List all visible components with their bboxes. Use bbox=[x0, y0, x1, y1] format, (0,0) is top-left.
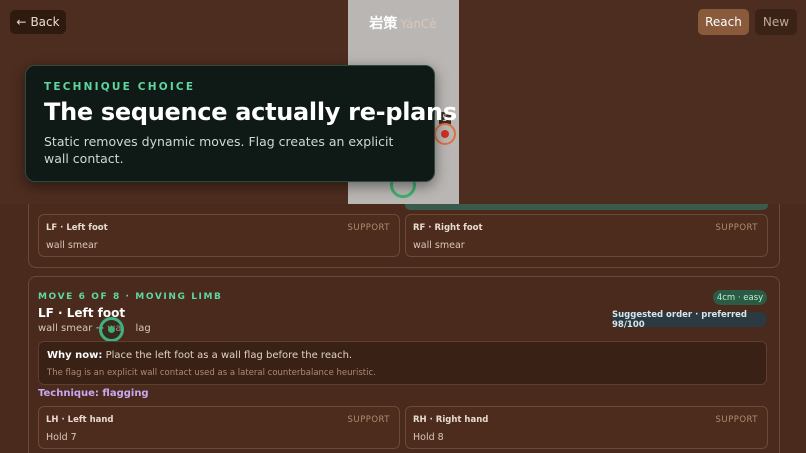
app-title-text: 岩策 bbox=[369, 16, 398, 32]
why-now-body: Place the left foot as a wall flag befor… bbox=[102, 350, 353, 361]
difficulty-badge: 4cm · easy bbox=[713, 290, 767, 305]
back-button[interactable]: ← Back bbox=[10, 10, 66, 34]
hold-dot bbox=[441, 130, 449, 138]
arrow-left-icon: ← bbox=[16, 15, 27, 29]
limb-name: LH · Left hand bbox=[46, 415, 114, 425]
move-eyebrow: MOVE 6 OF 8 · MOVING LIMB bbox=[38, 292, 223, 302]
limb-card-left-foot: LF · Left foot SUPPORT wall smear bbox=[38, 214, 400, 257]
limb-card-left-hand: LH · Left hand SUPPORT Hold 7 bbox=[38, 406, 400, 449]
reach-button[interactable]: Reach bbox=[698, 9, 749, 35]
limb-role: SUPPORT bbox=[347, 415, 390, 425]
technique-tooltip: TECHNIQUE CHOICE The sequence actually r… bbox=[25, 65, 457, 182]
limb-card-right-foot: RF · Right foot SUPPORT wall smear bbox=[405, 214, 768, 257]
marker-dot bbox=[108, 326, 115, 333]
limb-role: SUPPORT bbox=[347, 223, 390, 233]
why-now-text: Why now: Place the left foot as a wall f… bbox=[47, 350, 352, 361]
tooltip-title: The sequence actually re-plans bbox=[44, 98, 457, 126]
move-transition: wall smear → walag bbox=[38, 323, 151, 334]
limb-value: Hold 7 bbox=[46, 432, 77, 443]
why-now-label: Why now: bbox=[47, 350, 103, 361]
limb-value: Hold 8 bbox=[413, 432, 444, 443]
move-from: wall smear → bbox=[38, 323, 104, 334]
app-title: 岩策 YánCè bbox=[340, 13, 466, 33]
technique-label: Technique: flagging bbox=[38, 388, 149, 399]
why-now-box: Why now: Place the left foot as a wall f… bbox=[38, 341, 767, 385]
limb-name: RH · Right hand bbox=[413, 415, 489, 425]
limb-card-right-hand: RH · Right hand SUPPORT Hold 8 bbox=[405, 406, 768, 449]
order-badge: Suggested order · preferred 98/100 bbox=[612, 310, 767, 330]
move-to-end: lag bbox=[135, 323, 151, 334]
moving-limb-marker[interactable] bbox=[99, 317, 124, 342]
limb-value: wall smear bbox=[413, 240, 465, 251]
active-indicator-strip bbox=[405, 204, 768, 210]
limb-name: LF · Left foot bbox=[46, 223, 108, 233]
limb-role: SUPPORT bbox=[715, 223, 758, 233]
tooltip-eyebrow: TECHNIQUE CHOICE bbox=[44, 81, 196, 93]
tooltip-body: Static removes dynamic moves. Flag creat… bbox=[44, 134, 394, 166]
limb-value: wall smear bbox=[46, 240, 98, 251]
why-now-note: The flag is an explicit wall contact use… bbox=[47, 368, 376, 378]
back-label: Back bbox=[30, 15, 60, 29]
app-subtitle: YánCè bbox=[400, 17, 437, 31]
limb-role: SUPPORT bbox=[715, 415, 758, 425]
new-button[interactable]: New bbox=[755, 9, 797, 35]
limb-name: RF · Right foot bbox=[413, 223, 483, 233]
